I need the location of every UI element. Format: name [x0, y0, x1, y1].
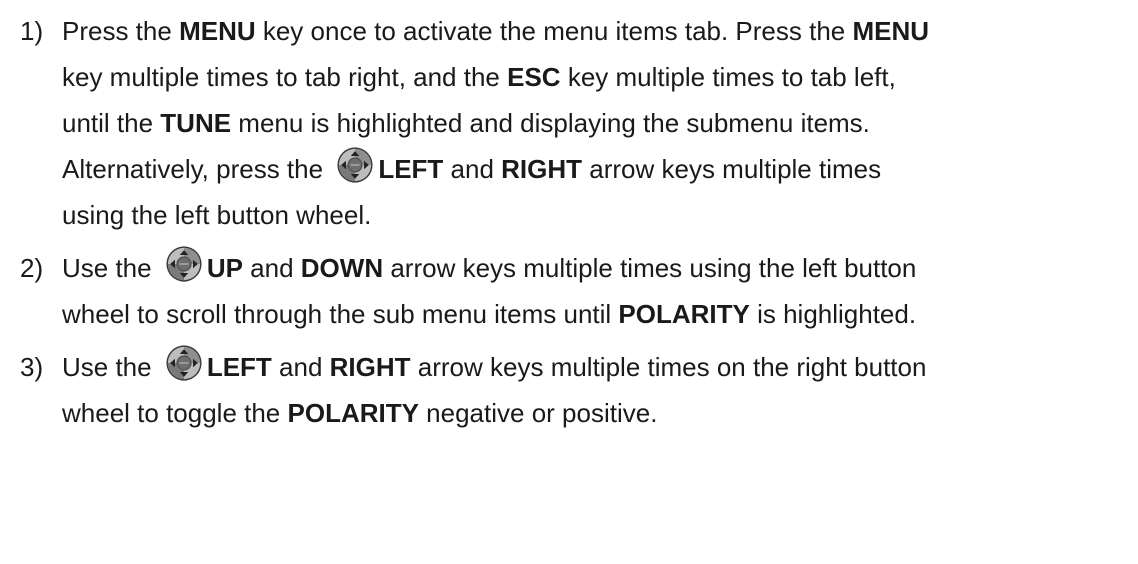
step-line: wheel to scroll through the sub menu ite… [62, 291, 1138, 337]
text: key once to activate the menu items tab.… [255, 16, 853, 46]
text: key multiple times to tab right, and the [62, 62, 508, 92]
text: key multiple times to tab left, [560, 62, 896, 92]
step-line: Use the LEFT and RIGHT arrow keys multip… [62, 344, 1138, 390]
key-name: MENU [852, 16, 930, 46]
text: and [271, 352, 330, 382]
text: and [443, 154, 502, 184]
key-name: UP [206, 253, 243, 283]
step-number: 1) [20, 16, 44, 46]
key-name: LEFT [206, 352, 272, 382]
text: wheel to toggle the [62, 398, 288, 428]
step-line: Alternatively, press the LEFT and RIGHT … [62, 146, 1138, 192]
text: Use the [62, 253, 159, 283]
step-number: 2) [20, 253, 44, 283]
text: until the [62, 108, 161, 138]
text: and [242, 253, 301, 283]
text: Alternatively, press the [62, 154, 331, 184]
step-line: using the left button wheel. [62, 192, 1138, 238]
text: negative or positive. [418, 398, 658, 428]
step-1: 1) Press the MENU key once to activate t… [0, 8, 1138, 238]
text: arrow keys multiple times [582, 154, 882, 184]
key-name: LEFT [378, 154, 444, 184]
arrow-keypad-icon [336, 146, 374, 184]
step-line: Use the UP and DOWN arrow keys multiple … [62, 245, 1138, 291]
text: is highlighted. [749, 299, 917, 329]
text: Press the [62, 16, 180, 46]
step-3: 3) Use the LEFT and RIGHT arrow keys mul… [0, 344, 1138, 436]
arrow-keypad-icon [165, 245, 203, 283]
text: Use the [62, 352, 159, 382]
key-name: POLARITY [618, 299, 750, 329]
key-name: ESC [507, 62, 561, 92]
text: menu is highlighted and displaying the s… [231, 108, 870, 138]
step-line: key multiple times to tab right, and the… [62, 54, 1138, 100]
instruction-steps: 1) Press the MENU key once to activate t… [0, 0, 1138, 436]
step-line: wheel to toggle the POLARITY negative or… [62, 390, 1138, 436]
text: using the left button wheel. [62, 200, 372, 230]
key-name: RIGHT [501, 154, 583, 184]
key-name: DOWN [300, 253, 384, 283]
key-name: MENU [179, 16, 256, 46]
step-number: 3) [20, 352, 44, 382]
text: wheel to scroll through the sub menu ite… [62, 299, 619, 329]
text: arrow keys multiple times on the right b… [410, 352, 927, 382]
text: arrow keys multiple times using the left… [383, 253, 917, 283]
key-name: RIGHT [329, 352, 411, 382]
key-name: POLARITY [287, 398, 419, 428]
step-line: until the TUNE menu is highlighted and d… [62, 100, 1138, 146]
key-name: TUNE [160, 108, 232, 138]
step-2: 2) Use the UP and DOWN arrow keys multip… [0, 245, 1138, 337]
step-line: Press the MENU key once to activate the … [62, 8, 1138, 54]
arrow-keypad-icon [165, 344, 203, 382]
